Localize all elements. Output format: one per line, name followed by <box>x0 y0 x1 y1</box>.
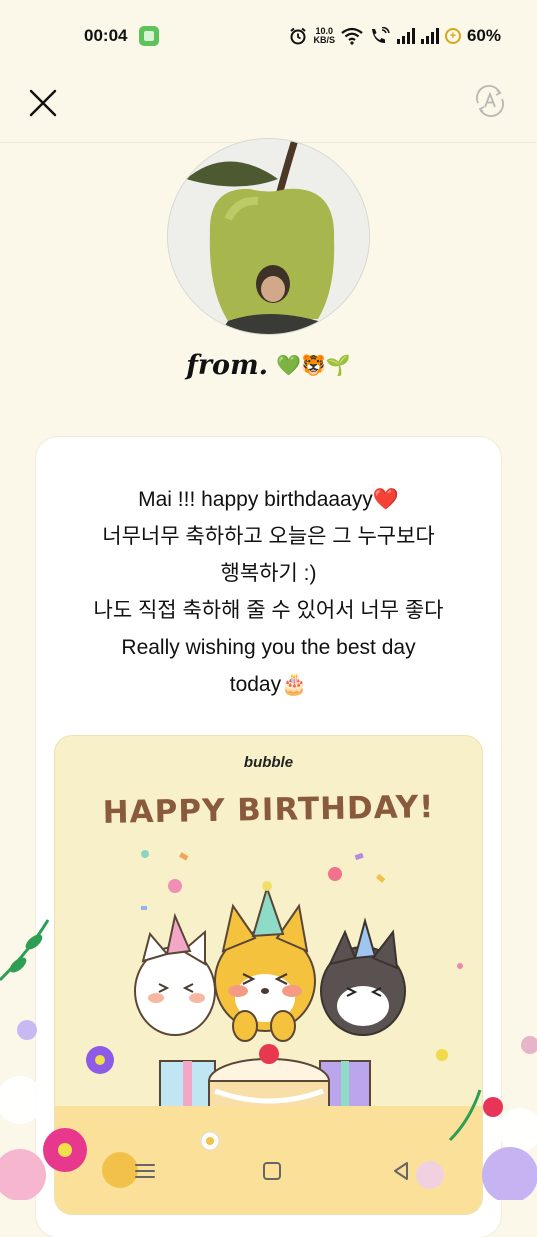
home-button[interactable] <box>257 1156 287 1186</box>
message-line: 행복하기 :) <box>220 562 317 585</box>
sender-avatar <box>167 138 370 335</box>
close-button[interactable] <box>26 86 60 120</box>
wifi-icon <box>341 27 363 45</box>
notification-app-icon <box>139 26 160 46</box>
recent-apps-icon <box>135 1164 155 1178</box>
signal-2-icon <box>420 28 439 44</box>
from-label: from. <box>186 349 269 381</box>
battery-saver-icon: + <box>444 28 461 44</box>
message-line: 너무너무 축하하고 오늘은 그 누구보다 <box>102 525 435 548</box>
wifi-calling-icon <box>371 27 390 43</box>
home-icon <box>263 1162 281 1180</box>
letter-message: Mai !!! happy birthdaaayy❤️ 너무너무 축하하고 오늘… <box>36 481 501 703</box>
avatar-photo <box>168 139 369 334</box>
signal-1-icon <box>396 28 415 44</box>
auto-translate-button[interactable] <box>473 84 507 118</box>
message-line: Mai !!! happy birthdaaayy❤️ <box>138 488 399 511</box>
message-line: Really wishing you the best day <box>121 636 416 659</box>
network-speed: 10.0 KB/S <box>313 27 335 45</box>
white-dog <box>134 912 216 1036</box>
app-header <box>0 72 537 143</box>
message-line: 나도 직접 축하해 줄 수 있어서 너무 좋다 <box>93 599 444 622</box>
birthday-card-image: bubble HAPPY BIRTHDAY! <box>54 735 483 1215</box>
auto-translate-icon <box>476 85 504 117</box>
birthday-illustration <box>55 850 482 1214</box>
status-time: 00:04 <box>84 26 128 45</box>
status-bar: 00:04 10.0 KB/S + 60% <box>0 0 537 72</box>
recent-apps-button[interactable] <box>130 1156 160 1186</box>
close-icon <box>29 89 57 117</box>
back-button[interactable] <box>386 1156 416 1186</box>
battery-percentage: 60% <box>466 26 501 45</box>
shiba-dog <box>214 881 316 1042</box>
message-line: today🎂 <box>229 673 308 696</box>
alarm-icon <box>290 27 307 45</box>
letter-card: Mai !!! happy birthdaaayy❤️ 너무너무 축하하고 오늘… <box>36 437 501 1237</box>
sender-name-emojis: 💚🐯🌱 <box>276 354 351 377</box>
sender-row: from. 💚🐯🌱 <box>0 345 537 385</box>
back-icon <box>394 1162 408 1180</box>
network-speed-unit: KB/S <box>313 35 335 45</box>
system-navigation-bar <box>0 1148 537 1200</box>
grey-dog <box>320 917 406 1036</box>
